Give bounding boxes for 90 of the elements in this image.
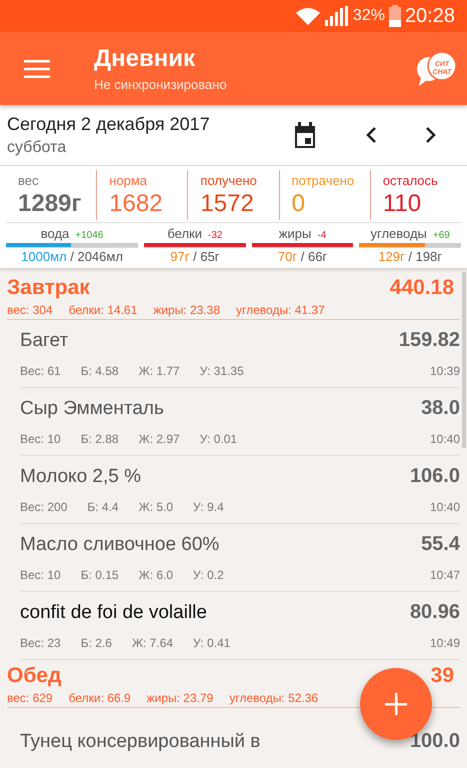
- summary-label: норма: [109, 173, 148, 188]
- nutrient-label: углеводы: [370, 226, 427, 241]
- summary-value: 0: [292, 190, 305, 218]
- nutrient-delta: -32: [208, 230, 222, 241]
- plus-icon: [385, 693, 407, 715]
- calendar-icon: [293, 122, 317, 148]
- food-calories: 106.0: [410, 465, 460, 488]
- nutrient-label: жиры: [278, 226, 312, 241]
- chevron-right-icon: [425, 126, 437, 144]
- food-carbs: У: 0.2: [193, 568, 224, 582]
- food-calories: 159.82: [398, 329, 460, 352]
- food-time: 10:40: [430, 500, 460, 514]
- food-weight: Вес: 23: [20, 636, 61, 650]
- summary-value: 110: [382, 190, 422, 218]
- nutrient-delta: +69: [432, 230, 450, 241]
- wifi-icon: [294, 6, 321, 26]
- food-weight: Вес: 61: [20, 364, 61, 378]
- summary-value: 1289г: [18, 190, 82, 218]
- food-time: 10:39: [430, 364, 460, 378]
- food-fat: Ж: 7.64: [132, 636, 174, 650]
- food-fat: Ж: 1.77: [138, 364, 180, 378]
- food-protein: Б: 0.15: [80, 568, 119, 582]
- food-calories: 55.4: [421, 533, 460, 556]
- food-entry[interactable]: Сыр Эмменталь 38.0 Вес: 10 Б: 2.88 Ж: 2.97 У: 0.01 10:40: [20, 388, 460, 456]
- meal-stat: белки: 66.9: [68, 691, 131, 705]
- meal-stat: жиры: 23.79: [146, 691, 214, 705]
- food-name: Сыр Эмменталь: [20, 398, 164, 420]
- food-entry[interactable]: Багет 159.82 Вес: 61 Б: 4.58 Ж: 1.77 У: 31.35 10:39: [20, 320, 460, 388]
- meal-title: Обед: [7, 664, 62, 688]
- food-entry[interactable]: Молоко 2,5 % 106.0 Вес: 200 Б: 4.4 Ж: 5.0 У: 9.4 10:40: [20, 456, 460, 524]
- weekday-label: суббота: [7, 138, 66, 156]
- summary-label: потрачено: [292, 173, 354, 188]
- food-entry[interactable]: confit de foi de volaille 80.96 Вес: 23 Б: 2.6 Ж: 7.64 У: 0.41 10:49: [20, 592, 460, 660]
- battery-percent: 32%: [352, 7, 385, 25]
- food-weight: Вес: 10: [20, 432, 61, 446]
- nutrient-label: белки: [167, 226, 202, 241]
- meal-stat: углеводы: 41.37: [236, 303, 325, 317]
- food-fat: Ж: 6.0: [138, 568, 174, 582]
- menu-icon: [24, 58, 50, 78]
- nutrient-amount: 1000мл / 2046мл: [21, 249, 123, 264]
- nutrient-amount: 70г / 66г: [278, 249, 328, 264]
- chevron-left-icon: [365, 126, 377, 144]
- food-fat: Ж: 5.0: [138, 500, 174, 514]
- food-fat: Ж: 2.97: [138, 432, 180, 446]
- meal-stat: вес: 629: [7, 691, 53, 705]
- screen-title: Дневник: [94, 45, 195, 73]
- food-name: Багет: [20, 330, 68, 352]
- meal-total: 39: [430, 664, 454, 688]
- food-calories: 100.0: [410, 730, 460, 753]
- meal-stat: вес: 304: [7, 303, 53, 317]
- food-name: Молоко 2,5 %: [20, 466, 142, 488]
- summary-label: получено: [200, 173, 257, 188]
- food-time: 10:49: [430, 636, 460, 650]
- meal-stat: белки: 14.61: [68, 303, 138, 317]
- food-weight: Вес: 200: [20, 500, 68, 514]
- food-calories: 38.0: [421, 397, 460, 420]
- food-protein: Б: 4.58: [80, 364, 119, 378]
- nutrient-amount: 97г / 65г: [170, 249, 220, 264]
- food-protein: Б: 4.4: [87, 500, 119, 514]
- nutrient-label: вода: [40, 226, 70, 241]
- summary-value: 1572: [200, 190, 254, 218]
- food-time: 10:40: [430, 432, 460, 446]
- battery-icon: [388, 5, 401, 27]
- nutrient-delta: +1046: [75, 230, 104, 241]
- meal-stat: углеводы: 52.36: [229, 691, 318, 705]
- food-weight: Вес: 10: [20, 568, 61, 582]
- food-time: 10:47: [430, 568, 460, 582]
- food-name: confit de foi de volaille: [20, 602, 207, 624]
- nutrient-amount: 129г / 198г: [378, 249, 442, 264]
- summary-value: 1682: [109, 190, 163, 218]
- food-name: Масло сливочное 60%: [20, 534, 220, 556]
- summary-label: осталось: [382, 173, 438, 188]
- food-name: Тунец консервированный в: [20, 730, 260, 752]
- food-carbs: У: 9.4: [193, 500, 224, 514]
- food-carbs: У: 0.01: [200, 432, 238, 446]
- food-protein: Б: 2.6: [80, 636, 112, 650]
- nutrient-delta: -4: [317, 230, 326, 241]
- summary-label: вес: [18, 173, 38, 188]
- date-label: Сегодня 2 декабря 2017: [7, 114, 210, 134]
- food-calories: 80.96: [410, 601, 460, 624]
- food-entry[interactable]: Масло сливочное 60% 55.4 Вес: 10 Б: 0.15 Ж: 6.0 У: 0.2 10:47: [20, 524, 460, 592]
- signal-icon: [324, 6, 349, 26]
- meal-total: 440.18: [390, 276, 454, 300]
- meal-stat: жиры: 23.38: [153, 303, 220, 317]
- sync-status: Не синхронизировано: [94, 77, 227, 92]
- clock: 20:28: [404, 4, 455, 28]
- food-protein: Б: 2.88: [80, 432, 119, 446]
- food-carbs: У: 0.41: [193, 636, 230, 650]
- meal-title: Завтрак: [7, 276, 90, 300]
- food-carbs: У: 31.35: [200, 364, 244, 378]
